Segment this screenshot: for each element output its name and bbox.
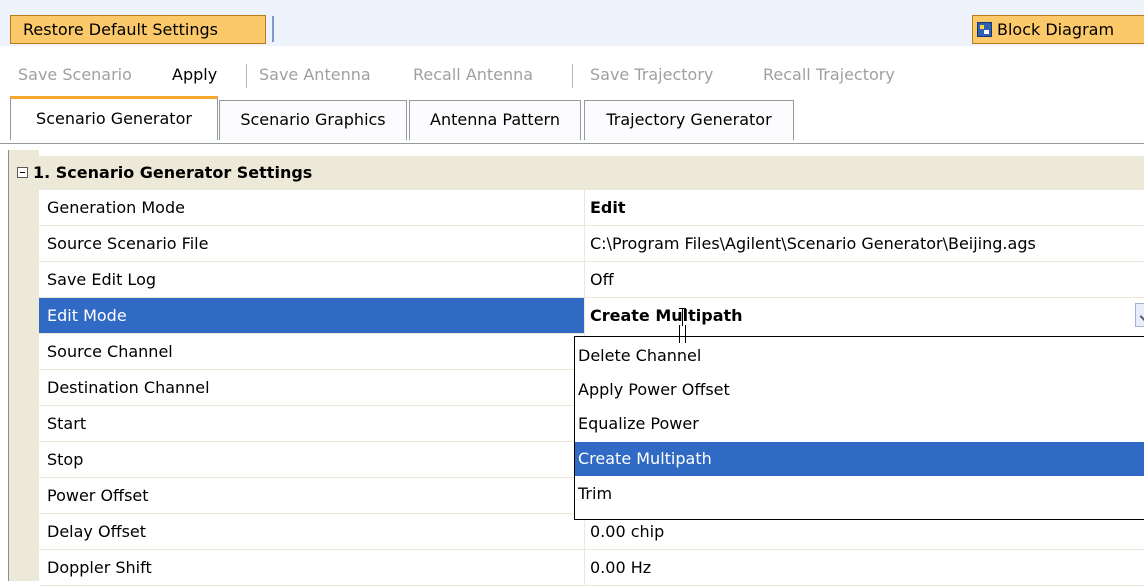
section-header[interactable]: 1. Scenario Generator Settings bbox=[9, 156, 1144, 190]
property-row-source-scenario-file[interactable]: Source Scenario File C:\Program Files\Ag… bbox=[39, 226, 1144, 262]
block-diagram-button[interactable]: Block Diagram bbox=[972, 15, 1144, 44]
dropdown-option-trim[interactable]: Trim bbox=[575, 477, 1144, 511]
text-cursor-icon bbox=[679, 308, 686, 326]
save-antenna-button[interactable]: Save Antenna bbox=[259, 65, 371, 85]
property-row-generation-mode[interactable]: Generation Mode Edit bbox=[39, 190, 1144, 226]
grid-gutter bbox=[9, 150, 39, 581]
block-diagram-label: Block Diagram bbox=[997, 20, 1115, 39]
top-bar: Restore Default Settings Block Diagram bbox=[0, 0, 1144, 46]
property-row-save-edit-log[interactable]: Save Edit Log Off bbox=[39, 262, 1144, 298]
property-name: Source Channel bbox=[47, 342, 173, 361]
property-row-edit-mode[interactable]: Edit Mode Create Multipath bbox=[39, 298, 1144, 334]
restore-default-settings-button[interactable]: Restore Default Settings bbox=[10, 15, 266, 44]
toolbar-separator bbox=[572, 64, 573, 88]
edit-mode-dropdown: Delete Channel Apply Power Offset Equali… bbox=[574, 336, 1144, 520]
property-name: Destination Channel bbox=[47, 378, 210, 397]
apply-button[interactable]: Apply bbox=[172, 65, 217, 85]
tab-baseline bbox=[0, 143, 1144, 144]
recall-antenna-button[interactable]: Recall Antenna bbox=[413, 65, 533, 85]
tab-antenna-pattern[interactable]: Antenna Pattern bbox=[409, 100, 581, 140]
dropdown-option-create-multipath[interactable]: Create Multipath bbox=[575, 442, 1144, 476]
edit-mode-value: Create Multipath bbox=[590, 306, 743, 325]
collapse-icon[interactable] bbox=[17, 167, 28, 178]
edit-mode-combo[interactable]: Create Multipath bbox=[584, 298, 1144, 334]
tab-scenario-generator[interactable]: Scenario Generator bbox=[10, 96, 218, 140]
property-name: Source Scenario File bbox=[47, 234, 209, 253]
property-name: Start bbox=[47, 414, 87, 433]
property-name: Power Offset bbox=[47, 486, 149, 505]
property-name: Edit Mode bbox=[47, 306, 127, 325]
toolbar: Save Scenario Apply Save Antenna Recall … bbox=[0, 58, 1144, 92]
property-value[interactable]: Off bbox=[584, 262, 1144, 298]
dropdown-option-delete-channel[interactable]: Delete Channel bbox=[575, 339, 1144, 373]
divider bbox=[272, 16, 274, 42]
property-name: Delay Offset bbox=[47, 522, 147, 541]
property-name: Save Edit Log bbox=[47, 270, 157, 289]
chevron-down-icon[interactable] bbox=[1135, 303, 1144, 327]
dropdown-option-apply-power-offset[interactable]: Apply Power Offset bbox=[575, 373, 1144, 407]
save-trajectory-button[interactable]: Save Trajectory bbox=[590, 65, 713, 85]
block-diagram-icon bbox=[977, 22, 992, 37]
tab-trajectory-generator[interactable]: Trajectory Generator bbox=[584, 100, 794, 140]
property-value[interactable]: Edit bbox=[584, 190, 1144, 226]
tab-strip: Scenario Generator Scenario Graphics Ant… bbox=[0, 96, 1144, 144]
tab-scenario-graphics[interactable]: Scenario Graphics bbox=[219, 100, 407, 140]
section-title: 1. Scenario Generator Settings bbox=[33, 163, 313, 182]
dropdown-option-equalize-power[interactable]: Equalize Power bbox=[575, 407, 1144, 441]
property-name: Stop bbox=[47, 450, 84, 469]
property-name: Generation Mode bbox=[47, 198, 185, 217]
toolbar-separator bbox=[246, 64, 247, 88]
save-scenario-button[interactable]: Save Scenario bbox=[18, 65, 132, 85]
recall-trajectory-button[interactable]: Recall Trajectory bbox=[763, 65, 895, 85]
property-value[interactable]: C:\Program Files\Agilent\Scenario Genera… bbox=[584, 226, 1144, 262]
